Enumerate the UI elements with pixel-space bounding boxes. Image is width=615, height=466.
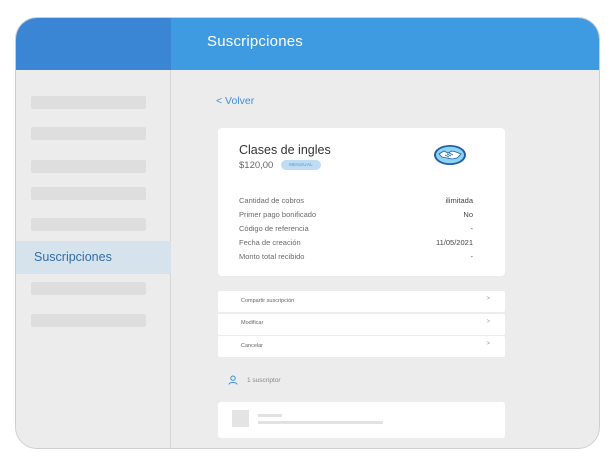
detail-label: Primer pago bonificado <box>239 210 317 219</box>
action-label: Compartir suscripción <box>241 297 295 304</box>
chevron-right-icon: > <box>486 341 490 347</box>
handshake-logo-icon <box>434 145 466 165</box>
share-subscription-button[interactable]: Compartir suscripción > <box>218 291 505 312</box>
detail-row: Primer pago bonificado No <box>239 210 473 224</box>
sidebar-item-placeholder[interactable] <box>31 314 146 327</box>
sidebar-item-suscripciones[interactable]: Suscripciones <box>16 241 171 274</box>
back-link[interactable]: < Volver <box>216 95 254 107</box>
detail-label: Monto total recibido <box>239 252 305 261</box>
detail-label: Cantidad de cobros <box>239 196 305 205</box>
action-label: Modificar <box>241 320 264 326</box>
cancel-button[interactable]: Cancelar > <box>218 336 505 357</box>
subscription-title: Clases de ingles <box>239 143 331 157</box>
detail-label: Fecha de creación <box>239 238 301 247</box>
app-window: Suscripciones Suscripciones < Volver Cla… <box>15 17 600 449</box>
subscribers-label: 1 suscriptor <box>247 376 281 384</box>
detail-value: - <box>470 252 474 261</box>
sidebar-item-placeholder[interactable] <box>31 96 146 109</box>
sidebar-item-placeholder[interactable] <box>31 127 146 140</box>
sidebar-item-placeholder[interactable] <box>31 282 146 295</box>
actions-list: Compartir suscripción > Modificar > Canc… <box>218 291 505 359</box>
subscriber-avatar-placeholder <box>232 410 249 427</box>
user-icon <box>228 375 238 385</box>
frequency-badge: MENSUAL <box>281 160 321 170</box>
page-title: Suscripciones <box>207 33 303 50</box>
detail-label: Código de referencia <box>239 224 309 233</box>
detail-row: Cantidad de cobros ilimitada <box>239 196 473 210</box>
detail-value: - <box>470 224 474 233</box>
subscription-card: Clases de ingles $120,00 MENSUAL Cantida… <box>218 128 505 276</box>
detail-value: 11/05/2021 <box>436 238 473 247</box>
subscriber-list-item[interactable] <box>218 402 505 438</box>
details-list: Cantidad de cobros ilimitada Primer pago… <box>239 196 473 266</box>
subscription-price: $120,00 <box>239 160 274 171</box>
subscribers-count: 1 suscriptor <box>228 375 281 385</box>
chevron-right-icon: > <box>486 318 490 325</box>
detail-value: No <box>463 210 473 219</box>
sidebar-item-placeholder[interactable] <box>31 160 146 173</box>
text-placeholder <box>258 414 282 417</box>
detail-row: Fecha de creación 11/05/2021 <box>239 238 473 252</box>
sidebar-item-label: Suscripciones <box>34 250 112 264</box>
sidebar-header <box>16 18 171 70</box>
action-label: Cancelar <box>241 342 264 349</box>
modify-button[interactable]: Modificar > <box>218 313 505 335</box>
chevron-right-icon: > <box>486 296 490 302</box>
sidebar-item-placeholder[interactable] <box>31 218 146 231</box>
detail-value: ilimitada <box>445 196 473 205</box>
sidebar: Suscripciones <box>16 70 171 448</box>
top-header: Suscripciones <box>171 18 599 70</box>
detail-row: Monto total recibido - <box>239 252 473 266</box>
detail-row: Código de referencia - <box>239 224 473 238</box>
text-placeholder <box>258 421 383 424</box>
sidebar-item-placeholder[interactable] <box>31 187 146 200</box>
